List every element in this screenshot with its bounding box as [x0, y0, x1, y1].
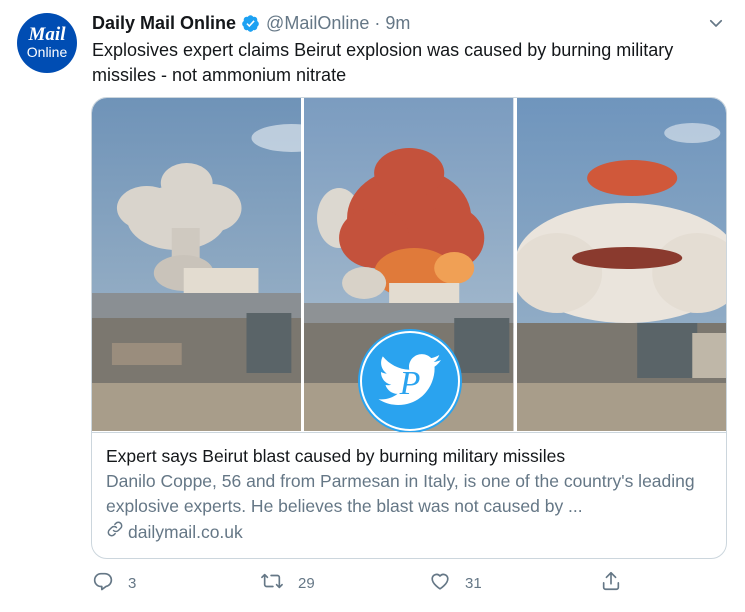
svg-text:P: P	[399, 365, 421, 402]
link-card[interactable]: P Expert says Beirut blast caused by bur…	[91, 97, 727, 559]
tweet-text: Explosives expert claims Beirut explosio…	[92, 40, 674, 85]
link-icon	[106, 520, 128, 544]
card-body: Expert says Beirut blast caused by burni…	[92, 432, 726, 558]
share-icon	[600, 570, 636, 596]
avatar-logo-text: Mail	[28, 24, 66, 45]
chevron-down-icon[interactable]	[707, 14, 725, 32]
retweet-count: 29	[298, 574, 315, 592]
like-icon	[429, 570, 465, 596]
like-count: 31	[465, 574, 482, 592]
twitter-bird-logo: P	[357, 328, 463, 434]
retweet-icon	[260, 570, 298, 596]
card-domain-text: dailymail.co.uk	[128, 522, 243, 542]
tweet-actions: 3 29 31	[92, 568, 722, 596]
like-button[interactable]: 31	[429, 570, 482, 596]
share-button[interactable]	[600, 570, 636, 596]
card-domain[interactable]: dailymail.co.uk	[106, 520, 712, 544]
card-image[interactable]: P	[92, 98, 726, 434]
tweet-timestamp[interactable]: 9m	[385, 13, 410, 34]
explosion-photo-3	[516, 98, 726, 431]
author-handle[interactable]: @MailOnline	[266, 13, 369, 34]
retweet-button[interactable]: 29	[260, 570, 315, 596]
avatar-logo-subtext: Online	[26, 44, 68, 60]
reply-icon	[92, 570, 128, 596]
separator-dot: ·	[374, 12, 381, 33]
avatar[interactable]: Mail Online	[17, 13, 77, 73]
author-name[interactable]: Daily Mail Online	[92, 13, 236, 34]
verified-icon	[241, 14, 260, 33]
reply-count: 3	[128, 574, 137, 592]
reply-button[interactable]: 3	[92, 570, 136, 596]
card-description: Danilo Coppe, 56 and from Parmesan in It…	[106, 471, 695, 516]
explosion-photo-1	[92, 98, 302, 431]
tweet-header: Daily Mail Online @MailOnline · 9m	[92, 12, 410, 34]
card-title: Expert says Beirut blast caused by burni…	[106, 446, 566, 466]
